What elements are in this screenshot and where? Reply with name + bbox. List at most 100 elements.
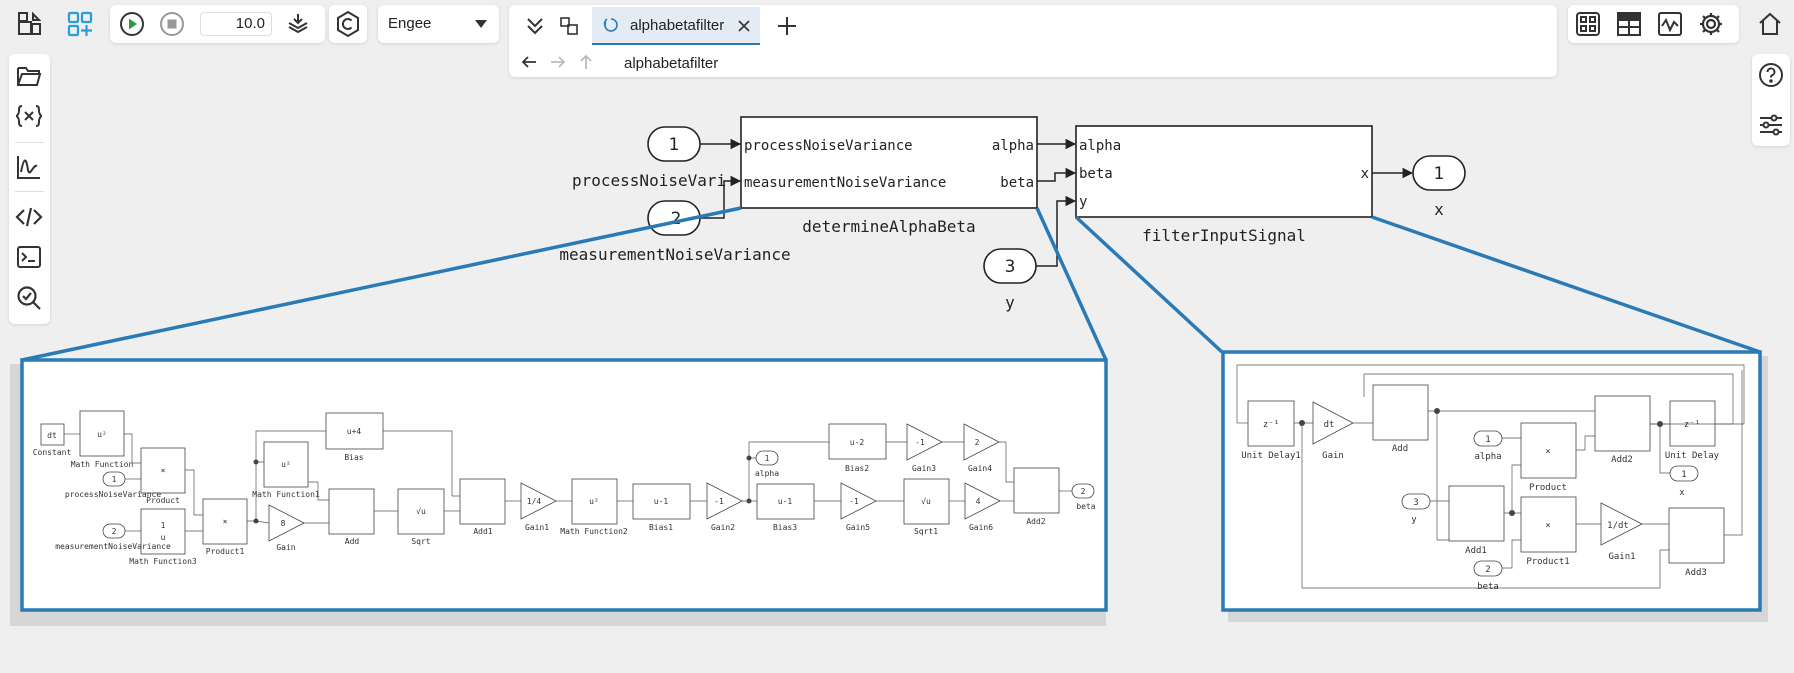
- rp-out-x-label: x: [1679, 488, 1685, 498]
- apps-add-icon[interactable]: [62, 6, 98, 42]
- filter-out-1: x: [1361, 166, 1369, 182]
- rp-out-x: 1: [1681, 470, 1686, 480]
- home-icon[interactable]: [1752, 6, 1788, 42]
- rp-gain-label: Gain: [1322, 451, 1344, 461]
- determine-out-1: alpha: [992, 138, 1034, 154]
- scope-icon[interactable]: [1652, 6, 1688, 42]
- search-icon[interactable]: [11, 280, 47, 316]
- sim-time-input[interactable]: 10.0: [200, 12, 272, 36]
- lp-sqrt: √u: [416, 507, 426, 516]
- lp-mathfn3-label: Math Function3: [129, 557, 197, 566]
- chart-icon[interactable]: [11, 149, 47, 185]
- filter-in-2: beta: [1079, 166, 1113, 182]
- folder-icon[interactable]: [11, 58, 47, 94]
- chevron-down-icon: [475, 20, 487, 28]
- lp-out-beta: 2: [1081, 487, 1086, 496]
- rp-product-label: Product: [1529, 483, 1567, 493]
- rp-gain: dt: [1324, 420, 1335, 430]
- tab-spinner-icon: [603, 18, 618, 32]
- simulation-toolbar: 10.0: [110, 5, 325, 43]
- inport-1-label: processNoiseVari: [572, 171, 726, 190]
- up-icon[interactable]: [579, 54, 593, 70]
- determine-in-2: measurementNoiseVariance: [744, 175, 946, 191]
- lp-out-alpha-label: alpha: [755, 469, 779, 478]
- lp-constant-label: Constant: [33, 448, 72, 457]
- codegen-panel: [329, 5, 367, 43]
- filter-in-3: y: [1079, 194, 1087, 210]
- inport-2-num: 2: [671, 209, 682, 229]
- rp-gain1-label: Gain1: [1608, 552, 1635, 562]
- lp-gain4: 2: [975, 438, 980, 447]
- sliders-icon[interactable]: [1753, 107, 1789, 143]
- block-determine-alpha-beta[interactable]: [740, 116, 1038, 209]
- rp-in-alpha-label: alpha: [1474, 452, 1501, 462]
- lp-out-beta-label: beta: [1076, 502, 1095, 511]
- variables-icon[interactable]: [11, 98, 47, 134]
- back-icon[interactable]: [521, 55, 537, 69]
- rp-in-beta: 2: [1485, 565, 1490, 575]
- determine-name: determineAlphaBeta: [802, 217, 975, 236]
- lp-product: ×: [161, 466, 166, 475]
- rp-add-label: Add: [1392, 444, 1408, 454]
- blocks-icon[interactable]: [12, 6, 48, 42]
- rp-product: ×: [1545, 447, 1550, 457]
- filter-name: filterInputSignal: [1142, 226, 1306, 245]
- lp-bias: u+4: [347, 427, 362, 436]
- lp-in2-label: measurementNoiseVariance: [55, 542, 171, 551]
- lp-gain-label: Gain: [276, 543, 295, 552]
- lp-mathfn1: u²: [281, 460, 291, 469]
- code-icon[interactable]: [11, 199, 47, 235]
- lp-gain6-label: Gain6: [969, 523, 993, 532]
- lp-add-label: Add: [345, 537, 360, 546]
- rp-add1-label: Add1: [1465, 546, 1487, 556]
- help-icon[interactable]: [1753, 57, 1789, 93]
- lp-bias1: u-1: [654, 497, 669, 506]
- lp-mathfn1-label: Math Function1: [252, 490, 320, 499]
- rp-in-y: 3: [1413, 498, 1418, 508]
- rp-product1: ×: [1545, 521, 1550, 531]
- filter-in-1: alpha: [1079, 138, 1121, 154]
- close-icon[interactable]: [738, 20, 750, 32]
- lp-bias3: u-1: [778, 497, 793, 506]
- play-icon[interactable]: [114, 6, 150, 42]
- left-sidebar: [9, 54, 50, 324]
- inport-2-label: measurementNoiseVariance: [559, 245, 790, 264]
- tab-alphabetafilter[interactable]: alphabetafilter: [592, 7, 760, 45]
- lp-product1-label: Product1: [206, 547, 245, 556]
- solver-value: Engee: [388, 15, 432, 32]
- lp-gain1-label: Gain1: [525, 523, 549, 532]
- lp-gain4-label: Gain4: [968, 464, 992, 473]
- model-canvas[interactable]: 1 processNoiseVari 2 measurementNoiseVar…: [0, 0, 1794, 673]
- rp-add2-label: Add2: [1611, 455, 1633, 465]
- rp-ud-label: Unit Delay: [1665, 451, 1720, 461]
- table-icon[interactable]: [1611, 6, 1647, 42]
- lp-in2: 2: [112, 527, 117, 536]
- codegen-icon[interactable]: [330, 6, 366, 42]
- lp-mathfn2-label: Math Function2: [560, 527, 628, 536]
- breadcrumb-path[interactable]: alphabetafilter: [624, 55, 718, 72]
- collapse-icon[interactable]: [517, 8, 553, 44]
- determine-in-1: processNoiseVariance: [744, 138, 913, 154]
- right-sidebar: [1752, 54, 1790, 146]
- stop-icon[interactable]: [154, 6, 190, 42]
- lp-bias2-label: Bias2: [845, 464, 869, 473]
- build-icon[interactable]: [280, 6, 316, 42]
- rp-ud1-label: Unit Delay1: [1241, 451, 1301, 461]
- grid-icon[interactable]: [1570, 6, 1606, 42]
- window-icon[interactable]: [551, 8, 587, 44]
- lp-mathfn2: u²: [589, 497, 599, 506]
- forward-icon[interactable]: [550, 55, 566, 69]
- solver-select[interactable]: Engee: [378, 5, 499, 43]
- terminal-icon[interactable]: [11, 239, 47, 275]
- rp-in-alpha: 1: [1485, 435, 1490, 445]
- tab-label: alphabetafilter: [630, 17, 725, 34]
- lp-constant: dt: [47, 431, 57, 440]
- gear-icon[interactable]: [1693, 6, 1729, 42]
- lp-bias3-label: Bias3: [773, 523, 797, 532]
- plus-icon[interactable]: [769, 8, 805, 44]
- outport-1-num: 1: [1434, 164, 1445, 184]
- inport-3-label: y: [1005, 293, 1015, 312]
- lp-gain3: -1: [915, 438, 925, 447]
- rp-in-y-label: y: [1411, 515, 1417, 525]
- lp-bias2: u-2: [850, 438, 865, 447]
